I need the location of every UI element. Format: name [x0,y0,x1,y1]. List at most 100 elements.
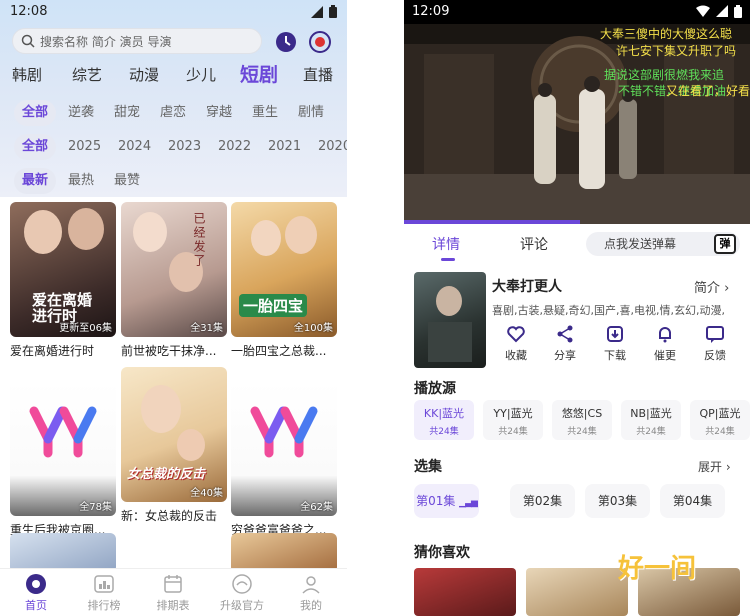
search-icon [21,34,35,48]
filter-genre[interactable]: 甜宠 [106,100,148,126]
poster-image [10,533,116,573]
chevron-right-icon: › [725,460,731,474]
sort-filter: 最新 最热 最赞 [0,168,347,194]
nav-upgrade[interactable]: 升级官方 [212,573,272,613]
filter-year[interactable]: 2020 [310,134,347,160]
filter-year[interactable]: 2021 [260,134,309,160]
nav-label: 首页 [25,599,47,612]
poster-image: 已经发了 全31集 [121,202,227,337]
drama-card[interactable]: 女总裁的反击 全40集 新：女总裁的反击 [121,367,227,524]
chevron-right-icon: › [724,281,730,296]
signal-icon [311,5,323,18]
episode-badge: 更新至06集 [59,323,112,334]
history-icon[interactable] [274,30,298,54]
source-count: 共24集 [429,427,459,437]
episode-button[interactable]: 第03集 [585,484,650,518]
source-count: 共24集 [705,427,735,437]
drama-card[interactable]: 全78集 重生后我被京圈... [10,381,116,538]
source-option[interactable]: QP|蓝光 共24集 [690,400,750,440]
favorite-button[interactable]: 收藏 [496,324,536,363]
heart-icon [507,326,525,343]
tab-channel[interactable]: 综艺 [72,60,102,90]
episodes-heading: 选集 [414,459,442,475]
remind-button[interactable]: 催更 [645,324,685,363]
download-icon [607,326,623,342]
episode-button[interactable]: 第02集 [510,484,575,518]
poster-image: 全62集 [231,381,337,516]
download-button[interactable]: 下载 [595,324,635,363]
genre-filter: 全部 逆袭 甜宠 虐恋 穿越 重生 剧情 [0,100,347,126]
nav-label: 我的 [300,599,322,612]
nav-home[interactable]: 首页 [6,573,66,613]
poster-title: 一胎四宝 [239,294,308,317]
expand-label: 展开 [698,460,723,474]
refresh-icon[interactable] [308,30,332,54]
tab-channel[interactable]: 少儿 [186,60,216,90]
filter-year[interactable]: 2022 [210,134,259,160]
recommend-poster[interactable] [526,568,628,616]
filter-genre[interactable]: 全部 [14,100,57,126]
filter-genre[interactable]: 重生 [244,100,286,126]
tab-details[interactable]: 详情 [432,234,460,254]
right-screen: 12:09 大奉三傻中的大傻这么聪 许七安下集又升职了吗 据说这部剧很燃我来追 [404,0,750,616]
drama-card[interactable]: 已经发了 全31集 前世被吃干抹净... [121,202,227,359]
sources-heading: 播放源 [414,381,456,397]
filter-genre[interactable]: 穿越 [198,100,240,126]
sort-option[interactable]: 最热 [60,168,102,194]
filter-genre[interactable]: 虐恋 [152,100,194,126]
nav-schedule[interactable]: 排期表 [143,573,203,613]
drama-card[interactable]: 爱在离婚进行时 更新至06集 爱在离婚进行时 [10,202,116,359]
tab-channel[interactable]: 直播 [303,60,333,90]
danmaku-item: 据说这部剧很燃我来追 [604,68,725,82]
danmaku-item: 大奉三傻中的大傻这么聪 [600,27,733,41]
episode-button[interactable]: 第04集 [660,484,725,518]
filter-year[interactable]: 2023 [160,134,209,160]
nav-profile[interactable]: 我的 [281,573,341,613]
drama-card[interactable] [231,533,337,573]
tab-comments[interactable]: 评论 [520,234,548,254]
episode-label: 第02集 [522,494,563,508]
episode-badge: 全40集 [190,488,223,499]
tab-channel[interactable]: 动漫 [129,60,159,90]
episode-badge: 全31集 [190,323,223,334]
episode-button[interactable]: 第01集 ▁▃▅ [414,484,479,518]
filter-genre[interactable]: 逆袭 [60,100,102,126]
poster-image: 全78集 [10,381,116,516]
recommend-poster[interactable] [414,568,516,616]
nav-label: 排行榜 [87,599,121,612]
ranking-icon [94,575,114,593]
poster-image [231,533,337,573]
drama-title: 新：女总裁的反击 [121,509,218,523]
tab-indicator [441,258,455,261]
source-option[interactable]: 悠悠|CS 共24集 [552,400,612,440]
filter-genre[interactable]: 剧情 [290,100,332,126]
filter-year[interactable]: 全部 [14,134,57,160]
episode-label: 第04集 [672,494,713,508]
share-button[interactable]: 分享 [545,324,585,363]
drama-card[interactable] [10,533,116,573]
source-option[interactable]: KK|蓝光 共24集 [414,400,474,440]
tab-channel-active[interactable]: 短剧 [240,60,278,90]
drama-card[interactable]: 全62集 穷爸爸富爸爸之... [231,381,337,538]
video-player[interactable]: 大奉三傻中的大傻这么聪 许七安下集又升职了吗 据说这部剧很燃我来追 不错不错，继… [404,24,750,224]
source-option[interactable]: YY|蓝光 共24集 [483,400,543,440]
source-name: NB|蓝光 [630,407,672,420]
intro-link[interactable]: 简介 › [694,277,729,296]
sort-option[interactable]: 最新 [14,168,57,194]
filter-year[interactable]: 2024 [110,134,159,160]
expand-button[interactable]: 展开 › [698,458,731,475]
action-label: 催更 [654,349,676,362]
episode-badge: 全62集 [300,502,333,513]
nav-ranking[interactable]: 排行榜 [74,573,134,613]
filter-year[interactable]: 2025 [60,134,109,160]
source-option[interactable]: NB|蓝光 共24集 [621,400,681,440]
feedback-button[interactable]: 反馈 [695,324,735,363]
detail-panel: 大奉打更人 简介 › 喜剧,古装,悬疑,奇幻,国产,喜,电视,情,玄幻,动漫, … [404,266,750,616]
drama-card[interactable]: 一胎四宝 全100集 一胎四宝之总裁... [231,202,337,359]
danmaku-toggle-button[interactable]: 弹 [714,234,736,254]
search-input[interactable]: 搜索名称 简介 演员 导演 [12,28,262,54]
sort-option[interactable]: 最赞 [106,168,148,194]
source-name: YY|蓝光 [493,407,533,420]
nav-label: 升级官方 [220,599,264,612]
tab-channel[interactable]: 韩剧 [12,60,42,90]
